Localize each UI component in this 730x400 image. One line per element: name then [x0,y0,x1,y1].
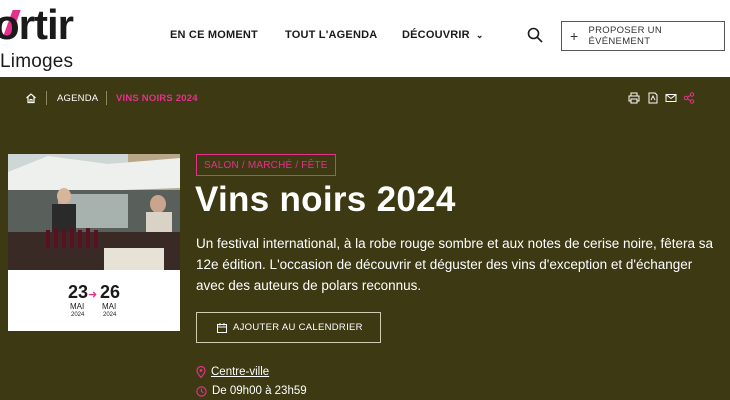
date-start-day: 23 [68,282,89,302]
date-end-month: MAI [102,302,117,311]
pdf-icon[interactable] [647,92,659,104]
add-to-calendar-label: AJOUTER AU CALENDRIER [233,322,363,333]
clock-icon [196,385,207,397]
search-icon[interactable] [527,27,543,43]
logo-text-bottom: Limoges [0,51,74,72]
location-link[interactable]: Centre-ville [211,366,269,378]
date-end-day: 26 [100,282,121,302]
arrow-right-icon: ➜ [88,289,98,301]
chevron-down-icon: ⌄ [475,30,484,40]
event-card: 23 MAI 2024 ➜ 26 MAI 2024 [8,154,180,331]
breadcrumb-separator [106,91,107,105]
event-location: Centre-ville [196,366,269,378]
email-icon[interactable] [665,92,677,104]
home-icon[interactable] [25,92,37,104]
hours-text: De 09h00 à 23h59 [212,385,307,397]
category-badge[interactable]: SALON / MARCHÉ / FÊTE [196,154,336,176]
propose-event-button[interactable]: + PROPOSER UN ÉVÉNEMENT [561,21,725,51]
date-start-year: 2024 [71,312,85,318]
share-icon[interactable] [683,92,695,104]
breadcrumb-agenda[interactable]: AGENDA [57,93,98,104]
site-logo[interactable]: ortir Limoges [0,4,92,74]
logo-text-top: ortir [0,4,74,48]
site-header: ortir Limoges EN CE MOMENT TOUT L'AGENDA… [0,0,730,77]
calendar-icon [217,322,227,333]
nav-decouvrir[interactable]: DÉCOUVRIR ⌄ [402,29,484,41]
breadcrumb-separator [46,91,47,105]
breadcrumb-current: VINS NOIRS 2024 [116,93,198,104]
date-start-month: MAI [70,302,85,311]
event-dates: 23 MAI 2024 ➜ 26 MAI 2024 [8,282,180,322]
date-end-year: 2024 [103,312,117,318]
propose-event-label: PROPOSER UN ÉVÉNEMENT [588,25,662,47]
print-icon[interactable] [628,92,640,104]
event-photo [8,154,180,270]
nav-tout-agenda[interactable]: TOUT L'AGENDA [285,29,377,41]
plus-icon: + [570,28,579,44]
page-title: Vins noirs 2024 [195,180,456,219]
location-pin-icon [196,366,206,378]
nav-decouvrir-label: DÉCOUVRIR [402,29,470,41]
nav-en-ce-moment[interactable]: EN CE MOMENT [170,29,258,41]
event-hours: De 09h00 à 23h59 [196,385,307,397]
event-description: Un festival international, à la robe rou… [196,236,714,293]
add-to-calendar-button[interactable]: AJOUTER AU CALENDRIER [196,312,381,343]
